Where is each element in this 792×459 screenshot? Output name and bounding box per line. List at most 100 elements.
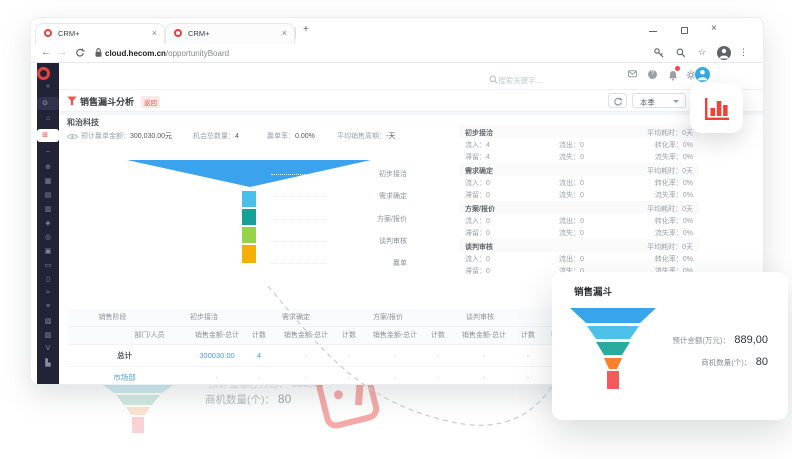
stage-metrics-row: 流入：4流出：0转化率：0% bbox=[459, 139, 699, 151]
cell-amount: - bbox=[276, 367, 336, 385]
search-input[interactable] bbox=[498, 76, 582, 85]
tab-separator bbox=[295, 27, 296, 39]
period-select[interactable]: 本季 bbox=[632, 93, 686, 108]
global-search[interactable] bbox=[489, 70, 582, 88]
stat-avg-cycle: 平均销售周期：-天 bbox=[337, 131, 395, 141]
bell-icon[interactable] bbox=[668, 70, 678, 81]
bookmark-star-icon[interactable]: ☆ bbox=[698, 47, 706, 58]
sidebar-card-icon[interactable]: ▣ bbox=[37, 247, 59, 255]
card-amount-line: 预计金额(万元)： 889,00 bbox=[672, 330, 768, 348]
stage-metrics-header-1: 初步接洽平均耗时：0天 bbox=[459, 125, 699, 138]
tab-close-icon[interactable]: × bbox=[152, 28, 157, 38]
tab-title: CRM+ bbox=[58, 29, 79, 38]
browser-tab-1[interactable]: CRM+ × bbox=[35, 23, 165, 44]
sidebar-home-icon[interactable]: ⌂ bbox=[37, 115, 59, 122]
cell-count: - bbox=[244, 367, 274, 385]
address-bar: ← → cloud.hecom.cn/opportunityBoard ☆ ⋮ bbox=[31, 44, 764, 63]
notification-badge bbox=[675, 66, 680, 71]
leader-line bbox=[271, 174, 327, 175]
card-count-line: 商机数量(个)： 80 bbox=[701, 352, 768, 370]
sidebar-search-icon[interactable]: ⊙ bbox=[37, 97, 59, 110]
forward-icon[interactable]: → bbox=[57, 47, 67, 58]
stage-metrics-header-3: 方案/报价平均耗时：0天 bbox=[459, 201, 699, 214]
card-funnel-graphic bbox=[570, 308, 662, 390]
help-icon[interactable]: ? bbox=[648, 70, 657, 79]
cell-amount: - bbox=[365, 345, 425, 367]
leader-line bbox=[271, 263, 327, 264]
sub-header-amount: 销售金额-总计 bbox=[187, 327, 247, 345]
window-close-button[interactable]: × bbox=[711, 23, 717, 34]
company-name: 和治科技 bbox=[67, 117, 99, 128]
window-minimize-button[interactable] bbox=[649, 31, 657, 32]
refresh-icon bbox=[613, 97, 623, 107]
funnel-stage-label: 初步接洽 bbox=[327, 169, 407, 179]
sidebar-target-icon[interactable]: ◎ bbox=[37, 233, 59, 241]
card-title: 销售漏斗 bbox=[574, 284, 612, 298]
sidebar-wave-icon[interactable]: ≈ bbox=[37, 289, 59, 296]
search-icon bbox=[489, 75, 498, 84]
cell-count: - bbox=[334, 345, 364, 367]
screenshot-root: 预计金额(万元)： 889,00 商机数量(个)： 80 CRM+ × CRM+… bbox=[0, 0, 792, 459]
stat-opportunity-count: 机会总数量：4 bbox=[193, 131, 239, 141]
stage-metrics-row: 滞留：0流失：0流失率：0% bbox=[459, 189, 699, 201]
group-header: 初步接洽 bbox=[158, 309, 250, 327]
group-header: 谈判审核 bbox=[434, 309, 526, 327]
cell-count[interactable]: 4 bbox=[244, 345, 274, 367]
chevron-down-icon bbox=[673, 100, 679, 103]
sidebar-files-icon[interactable]: ▥ bbox=[37, 205, 59, 213]
window-maximize-button[interactable] bbox=[681, 27, 688, 34]
browser-menu-icon[interactable]: ⋮ bbox=[739, 47, 748, 58]
sidebar-chat-icon[interactable]: ▭ bbox=[37, 261, 59, 269]
sidebar-calendar-icon[interactable]: ▦ bbox=[37, 177, 59, 185]
key-icon[interactable] bbox=[654, 48, 664, 58]
user-avatar[interactable] bbox=[695, 67, 710, 82]
tab-close-icon[interactable]: × bbox=[282, 28, 287, 38]
sidebar-reports-icon[interactable]: ▨ bbox=[37, 331, 59, 339]
cell-amount: - bbox=[187, 367, 247, 385]
sub-header-amount: 销售金额-总计 bbox=[276, 327, 336, 345]
browser-profile-avatar[interactable] bbox=[717, 46, 731, 60]
funnel-stage-3-shape[interactable] bbox=[242, 209, 256, 225]
sidebar-analytics-icon[interactable]: ~ bbox=[37, 149, 59, 156]
row-name-link[interactable]: 市场部 bbox=[67, 367, 182, 385]
sidebar-settings-icon[interactable]: ◈ bbox=[37, 219, 59, 227]
mail-icon[interactable] bbox=[628, 70, 637, 78]
lock-icon[interactable] bbox=[95, 48, 102, 58]
sidebar-folder-icon[interactable]: ▧ bbox=[37, 317, 59, 325]
cell-amount[interactable]: 300030.00 bbox=[187, 345, 247, 367]
sidebar-docs-icon[interactable]: ▯ bbox=[37, 275, 59, 283]
sub-header-amount: 销售金额-总计 bbox=[454, 327, 514, 345]
crm-favicon bbox=[174, 29, 182, 37]
sidebar-tasks-icon[interactable]: ▤ bbox=[37, 191, 59, 199]
refresh-button[interactable] bbox=[608, 93, 627, 108]
sidebar-apps-icon-active[interactable]: ⊞ bbox=[37, 129, 59, 142]
group-header: 方案/报价 bbox=[342, 309, 434, 327]
period-value: 本季 bbox=[640, 97, 655, 108]
page-title-tag[interactable]: 返回 bbox=[141, 96, 160, 108]
leader-line bbox=[271, 219, 327, 220]
funnel-stage-4-shape[interactable] bbox=[242, 227, 256, 243]
group-header: 需求确定 bbox=[250, 309, 342, 327]
corner-header-bottom: 部门/人员 bbox=[107, 327, 192, 345]
new-tab-button[interactable]: + bbox=[303, 24, 309, 35]
bar-chart-icon bbox=[703, 95, 731, 122]
sidebar-chart-icon[interactable]: ▙ bbox=[37, 359, 59, 367]
reload-icon[interactable] bbox=[75, 48, 85, 58]
zoom-icon[interactable] bbox=[676, 48, 686, 58]
cell-amount: - bbox=[454, 367, 514, 385]
sub-header-count: 计数 bbox=[334, 327, 364, 345]
sub-header-count: 计数 bbox=[244, 327, 274, 345]
funnel-stage-5-shape[interactable] bbox=[242, 245, 256, 263]
sidebar-create-icon[interactable]: ⊕ bbox=[37, 163, 59, 171]
sidebar-menu-icon[interactable]: ≡ bbox=[37, 303, 59, 310]
stage-metrics-row: 滞留：4流失：0流失率：0% bbox=[459, 151, 699, 163]
back-icon[interactable]: ← bbox=[41, 47, 51, 58]
stage-metrics-row: 流入：0流出：0转化率：0% bbox=[459, 177, 699, 189]
cell-count: - bbox=[423, 367, 453, 385]
sidebar-vip-icon[interactable]: V bbox=[37, 345, 59, 352]
funnel-stage-2-shape[interactable] bbox=[242, 191, 256, 207]
url-text[interactable]: cloud.hecom.cn/opportunityBoard bbox=[105, 49, 229, 58]
stage-metrics-row: 流入：0流出：0转化率：0% bbox=[459, 253, 699, 265]
browser-tab-2[interactable]: CRM+ × bbox=[165, 23, 295, 44]
sidebar-collapse-icon[interactable]: « bbox=[37, 83, 59, 90]
